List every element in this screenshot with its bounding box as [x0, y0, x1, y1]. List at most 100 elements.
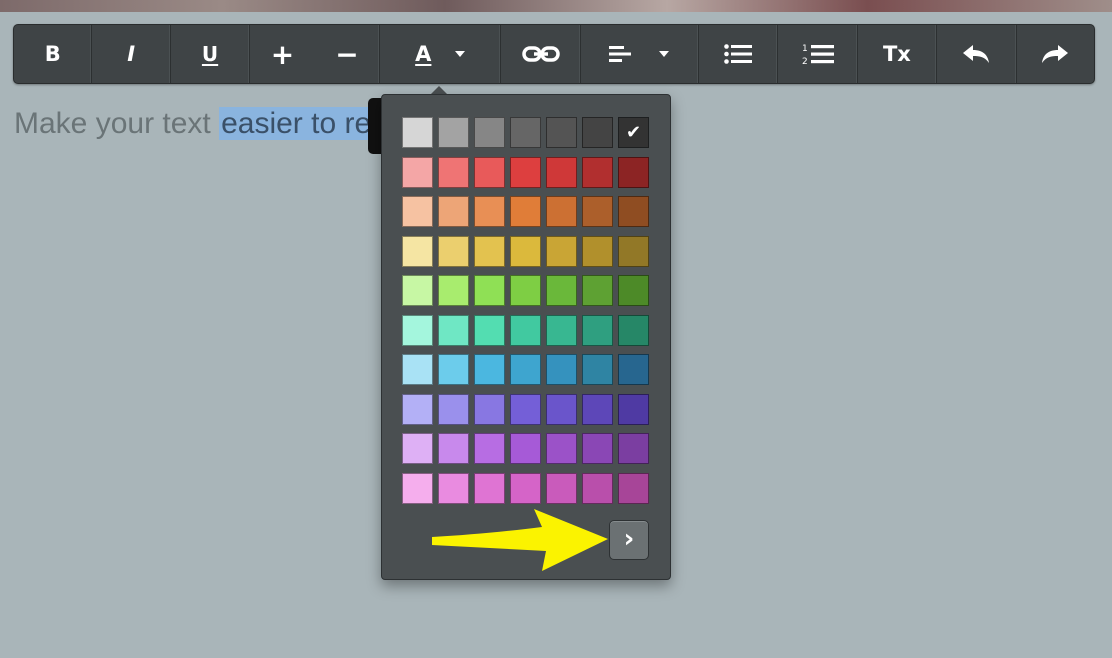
color-swatch[interactable] [438, 196, 469, 227]
bulleted-list-icon [724, 44, 753, 64]
color-swatch[interactable] [438, 156, 469, 188]
color-swatch[interactable] [618, 275, 649, 306]
color-swatch[interactable] [582, 472, 613, 504]
editor-text-selection: easier to rea [219, 107, 390, 140]
color-swatch[interactable] [510, 314, 541, 346]
bold-button[interactable]: B [45, 25, 61, 83]
color-swatch[interactable] [474, 314, 505, 346]
color-swatch[interactable] [618, 354, 649, 385]
color-swatch[interactable] [510, 117, 541, 148]
color-swatch[interactable] [402, 472, 433, 504]
color-swatch[interactable] [582, 354, 613, 385]
color-swatch[interactable] [546, 156, 577, 188]
link-button[interactable] [521, 25, 560, 83]
bulleted-list-button[interactable] [724, 25, 753, 83]
numbered-list-icon: 1 2 [802, 44, 834, 66]
color-swatch[interactable] [618, 472, 649, 504]
color-swatch[interactable] [402, 433, 433, 464]
color-swatch[interactable]: ✔ [618, 117, 649, 148]
color-swatch[interactable] [402, 117, 433, 148]
align-group [581, 25, 699, 83]
color-swatch[interactable] [618, 235, 649, 267]
color-swatch[interactable] [582, 235, 613, 267]
color-swatch[interactable] [474, 354, 505, 385]
color-swatch[interactable] [474, 156, 505, 188]
color-swatch[interactable] [618, 196, 649, 227]
next-palette-button[interactable]: › [609, 520, 649, 560]
color-swatch[interactable] [618, 433, 649, 464]
undo-button[interactable] [962, 25, 990, 83]
color-swatch[interactable] [474, 393, 505, 425]
color-swatch[interactable] [546, 235, 577, 267]
color-swatch[interactable] [510, 196, 541, 227]
color-swatch[interactable] [510, 472, 541, 504]
color-swatch[interactable] [474, 117, 505, 148]
color-swatch[interactable] [582, 196, 613, 227]
color-swatch[interactable] [546, 433, 577, 464]
underline-button[interactable]: U [202, 25, 218, 83]
color-swatch[interactable] [474, 433, 505, 464]
svg-text:2: 2 [802, 57, 808, 66]
color-swatch[interactable] [510, 235, 541, 267]
align-button[interactable] [609, 25, 670, 83]
color-swatch[interactable] [618, 156, 649, 188]
color-swatch[interactable] [618, 393, 649, 425]
color-swatch[interactable] [510, 156, 541, 188]
decrease-font-button[interactable]: − [322, 25, 372, 83]
yellow-arrow-annotation [432, 509, 608, 571]
color-swatch[interactable] [618, 314, 649, 346]
color-swatch[interactable] [438, 275, 469, 306]
increase-font-button[interactable]: + [258, 25, 308, 83]
color-swatch[interactable] [510, 433, 541, 464]
color-swatch[interactable] [546, 196, 577, 227]
color-swatch[interactable] [438, 314, 469, 346]
checkmark-icon: ✔ [625, 122, 642, 143]
color-swatch[interactable] [582, 393, 613, 425]
color-swatch[interactable] [546, 393, 577, 425]
text-color-letter: A [415, 42, 432, 66]
color-swatch[interactable] [402, 275, 433, 306]
color-swatch[interactable] [510, 354, 541, 385]
color-swatch[interactable] [546, 354, 577, 385]
color-swatch[interactable] [474, 275, 505, 306]
numbered-list-button[interactable]: 1 2 [802, 25, 834, 83]
color-swatch[interactable] [438, 433, 469, 464]
editor-text-line[interactable]: Make your text easier to rea [14, 104, 390, 144]
color-swatch[interactable] [546, 472, 577, 504]
color-swatch[interactable] [582, 433, 613, 464]
color-swatch[interactable] [402, 235, 433, 267]
clear-format-button[interactable]: Tx [883, 25, 911, 83]
color-swatch[interactable] [582, 117, 613, 148]
align-left-icon [609, 46, 632, 62]
undo-group [937, 25, 1017, 83]
color-swatch[interactable] [546, 117, 577, 148]
color-swatch[interactable] [438, 472, 469, 504]
color-swatch[interactable] [546, 275, 577, 306]
redo-button[interactable] [1041, 25, 1069, 83]
text-color-button[interactable]: A [380, 25, 500, 83]
link-icon [521, 46, 560, 62]
color-swatch[interactable] [474, 235, 505, 267]
color-swatch[interactable] [582, 314, 613, 346]
color-swatch[interactable] [402, 354, 433, 385]
editor-text-plain: Make your text [14, 107, 220, 140]
color-swatch[interactable] [438, 354, 469, 385]
color-swatch[interactable] [402, 156, 433, 188]
color-swatch[interactable] [402, 314, 433, 346]
italic-button[interactable]: I [127, 25, 135, 83]
color-swatch[interactable] [438, 117, 469, 148]
color-swatch[interactable] [582, 156, 613, 188]
color-swatch[interactable] [438, 393, 469, 425]
color-swatch[interactable] [582, 275, 613, 306]
redo-group [1017, 25, 1094, 83]
numbers-group: 1 2 [778, 25, 858, 83]
clear-format-label: Tx [882, 42, 911, 66]
color-swatch[interactable] [510, 275, 541, 306]
color-swatch[interactable] [438, 235, 469, 267]
color-swatch[interactable] [510, 393, 541, 425]
color-swatch[interactable] [402, 196, 433, 227]
color-swatch[interactable] [402, 393, 433, 425]
color-swatch[interactable] [474, 472, 505, 504]
color-swatch[interactable] [546, 314, 577, 346]
color-swatch[interactable] [474, 196, 505, 227]
